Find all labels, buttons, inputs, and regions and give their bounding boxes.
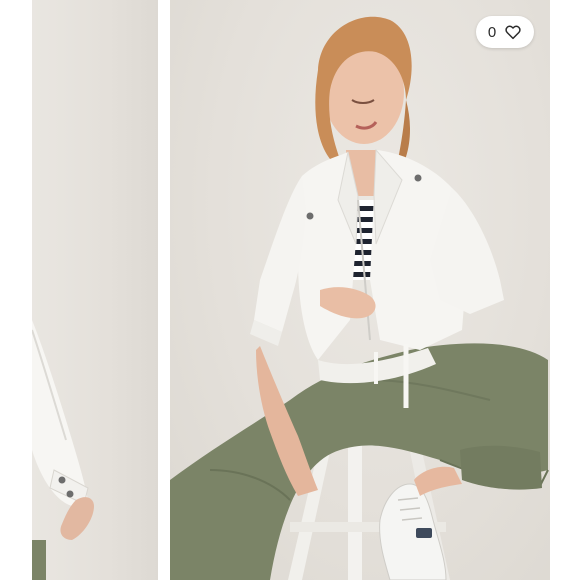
sneaker-illustration [379, 466, 462, 580]
heart-outline-icon [505, 25, 521, 40]
product-photo-model [170, 16, 549, 580]
product-photo-sleeve [32, 320, 94, 580]
like-count: 0 [487, 23, 497, 41]
gallery-image-previous[interactable] [32, 0, 158, 580]
gallery-image-main[interactable]: 0 [170, 0, 550, 580]
like-button[interactable]: 0 [476, 16, 534, 48]
